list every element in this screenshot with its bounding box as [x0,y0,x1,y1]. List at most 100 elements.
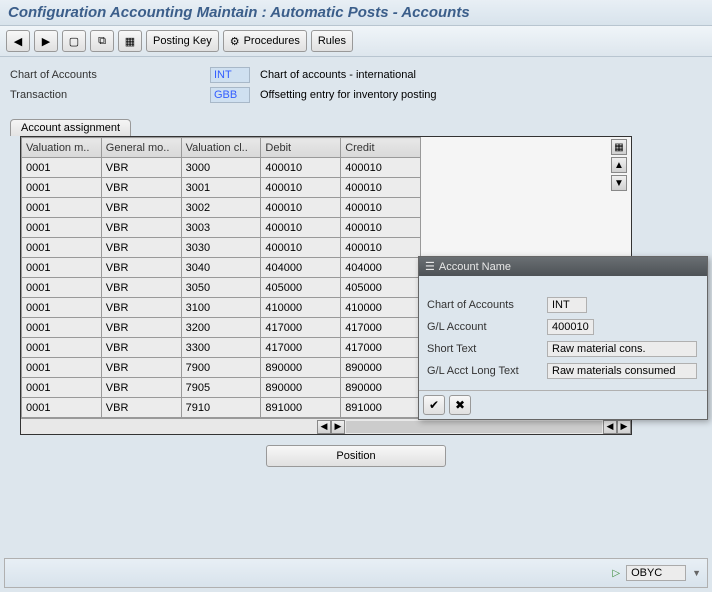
cell[interactable]: 890000 [341,378,421,398]
cell[interactable]: 0001 [22,398,102,418]
table-row[interactable]: 0001VBR3001400010400010 [22,178,421,198]
copy-icon[interactable]: ⧉ [90,30,114,52]
cell[interactable]: VBR [101,378,181,398]
cell[interactable]: 0001 [22,178,102,198]
tx-value[interactable]: GBB [210,87,250,103]
paste-icon[interactable]: ▦ [118,30,142,52]
cell[interactable]: 0001 [22,198,102,218]
cell[interactable]: VBR [101,178,181,198]
col-valuation-class[interactable]: Valuation cl.. [181,138,261,158]
rules-button[interactable]: Rules [311,30,353,52]
cell[interactable]: 890000 [341,358,421,378]
right-end-icon[interactable]: ▶ [331,420,345,434]
confirm-button[interactable]: ✔ [423,395,445,415]
cell[interactable]: 7900 [181,358,261,378]
coa-value[interactable]: INT [210,67,250,83]
table-row[interactable]: 0001VBR3100410000410000 [22,298,421,318]
cell[interactable]: VBR [101,298,181,318]
cell[interactable]: 400010 [341,198,421,218]
cell[interactable]: 3002 [181,198,261,218]
cell[interactable]: 417000 [261,318,341,338]
cell[interactable]: 400010 [341,178,421,198]
cell[interactable]: 405000 [341,278,421,298]
tcode-field[interactable]: OBYC [626,565,686,581]
cell[interactable]: VBR [101,158,181,178]
cell[interactable]: VBR [101,278,181,298]
cell[interactable]: 0001 [22,278,102,298]
back-icon[interactable]: ◀ [6,30,30,52]
col-general-mod[interactable]: General mo.. [101,138,181,158]
cell[interactable]: 417000 [341,338,421,358]
table-row[interactable]: 0001VBR3300417000417000 [22,338,421,358]
cell[interactable]: VBR [101,358,181,378]
cell[interactable]: 0001 [22,238,102,258]
cell[interactable]: 400010 [261,238,341,258]
cell[interactable]: 0001 [22,338,102,358]
cell[interactable]: 400010 [341,218,421,238]
scroll-up-icon[interactable]: ▲ [611,157,627,173]
table-row[interactable]: 0001VBR7910891000891000 [22,398,421,418]
posting-key-button[interactable]: Posting Key [146,30,219,52]
table-row[interactable]: 0001VBR7905890000890000 [22,378,421,398]
cell[interactable]: 410000 [341,298,421,318]
left-end-icon[interactable]: ◀ [317,420,331,434]
scroll-left-icon[interactable]: ◀ [603,420,617,434]
cell[interactable]: VBR [101,198,181,218]
cell[interactable]: 400010 [261,218,341,238]
cell[interactable]: 3030 [181,238,261,258]
cell[interactable]: 3040 [181,258,261,278]
nav-right-icon[interactable]: ▷ [612,568,620,579]
cell[interactable]: VBR [101,338,181,358]
forward-icon[interactable]: ▶ [34,30,58,52]
cell[interactable]: 3000 [181,158,261,178]
cell[interactable]: VBR [101,218,181,238]
col-debit[interactable]: Debit [261,138,341,158]
cell[interactable]: 405000 [261,278,341,298]
table-row[interactable]: 0001VBR3040404000404000 [22,258,421,278]
cell[interactable]: VBR [101,238,181,258]
cell[interactable]: 400010 [341,158,421,178]
cell[interactable]: 404000 [341,258,421,278]
cell[interactable]: 0001 [22,258,102,278]
table-row[interactable]: 0001VBR3200417000417000 [22,318,421,338]
cell[interactable]: 7910 [181,398,261,418]
cell[interactable]: 890000 [261,378,341,398]
settings-icon[interactable]: ▦ [611,139,627,155]
cell[interactable]: 0001 [22,378,102,398]
cell[interactable]: 3050 [181,278,261,298]
cell[interactable]: 0001 [22,318,102,338]
position-button[interactable]: Position [266,445,446,467]
cell[interactable]: 0001 [22,218,102,238]
table-row[interactable]: 0001VBR7900890000890000 [22,358,421,378]
cell[interactable]: 400010 [261,158,341,178]
cell[interactable]: 7905 [181,378,261,398]
dropdown-icon[interactable]: ▼ [692,568,701,578]
cell[interactable]: VBR [101,258,181,278]
col-credit[interactable]: Credit [341,138,421,158]
col-valuation-mod[interactable]: Valuation m.. [22,138,102,158]
cell[interactable]: 417000 [341,318,421,338]
cell[interactable]: 3200 [181,318,261,338]
cell[interactable]: VBR [101,318,181,338]
cell[interactable]: 417000 [261,338,341,358]
cell[interactable]: 400010 [261,178,341,198]
cell[interactable]: 3003 [181,218,261,238]
scroll-right-icon[interactable]: ▶ [617,420,631,434]
scroll-down-icon[interactable]: ▼ [611,175,627,191]
cell[interactable]: 891000 [341,398,421,418]
new-icon[interactable]: ▢ [62,30,86,52]
data-grid[interactable]: Valuation m.. General mo.. Valuation cl.… [21,137,421,418]
table-row[interactable]: 0001VBR3002400010400010 [22,198,421,218]
cell[interactable]: 891000 [261,398,341,418]
cell[interactable]: 3300 [181,338,261,358]
cell[interactable]: 410000 [261,298,341,318]
cell[interactable]: 0001 [22,158,102,178]
cancel-button[interactable]: ✖ [449,395,471,415]
cell[interactable]: 0001 [22,358,102,378]
cell[interactable]: 0001 [22,298,102,318]
cell[interactable]: 3100 [181,298,261,318]
popup-title-bar[interactable]: ☰ Account Name [419,257,707,276]
cell[interactable]: VBR [101,398,181,418]
h-scrollbar[interactable]: ◀ ▶ ◀ ▶ [21,418,631,434]
cell[interactable]: 400010 [341,238,421,258]
